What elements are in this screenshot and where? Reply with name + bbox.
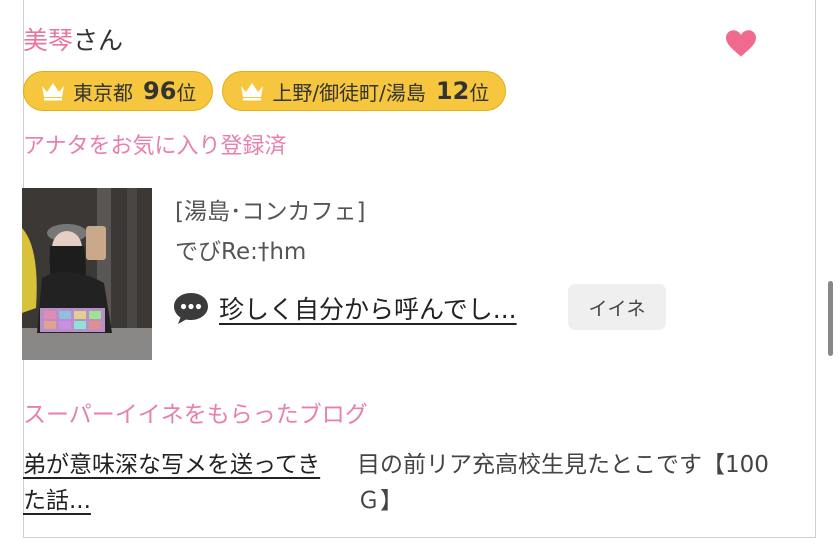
comment-link[interactable]: 珍しく自分から呼んでし... [219, 290, 517, 326]
badge-rank: 12 [435, 77, 470, 105]
blog-related-text: 目の前リア充高校生見たとこです【100Ｇ】 [357, 452, 769, 514]
crown-icon [42, 83, 64, 101]
badge-rank-unit: 位 [469, 80, 490, 105]
badge-rank-unit: 位 [176, 80, 197, 105]
badge-area: 東京都 [73, 80, 133, 105]
blog-title-link[interactable]: 弟が意味深な写メを送ってきた話... [23, 447, 343, 519]
ranking-badge-area[interactable]: 上野/御徒町/湯島 12 位 [222, 71, 507, 111]
iine-button[interactable]: イイネ [568, 284, 666, 330]
ranking-badge-prefecture[interactable]: 東京都 96 位 [23, 71, 214, 111]
shop-category: [湯島･コンカフェ] [175, 199, 366, 225]
badge-rank: 96 [143, 77, 177, 105]
scrollbar-thumb[interactable] [828, 281, 833, 356]
speech-bubble-icon [174, 293, 208, 324]
ranking-badges: 東京都 96 位 上野/御徒町/湯島 12 位 [23, 71, 507, 111]
user-name-row: 美琴さん [23, 24, 123, 58]
super-iine-blog-heading: スーパーイイネをもらったブログ [23, 402, 368, 428]
comment-row: 珍しく自分から呼んでし... [173, 290, 517, 326]
heart-icon[interactable] [726, 30, 756, 58]
badge-area: 上野/御徒町/湯島 [272, 80, 426, 105]
profile-photo[interactable] [22, 188, 152, 360]
shop-name-link[interactable]: でびRe:†hm [175, 232, 306, 266]
user-name-suffix: さん [73, 26, 124, 55]
favorite-status: アナタをお気に入り登録済 [23, 134, 287, 159]
user-name-link[interactable]: 美琴 [23, 26, 73, 55]
crown-icon [241, 83, 264, 101]
